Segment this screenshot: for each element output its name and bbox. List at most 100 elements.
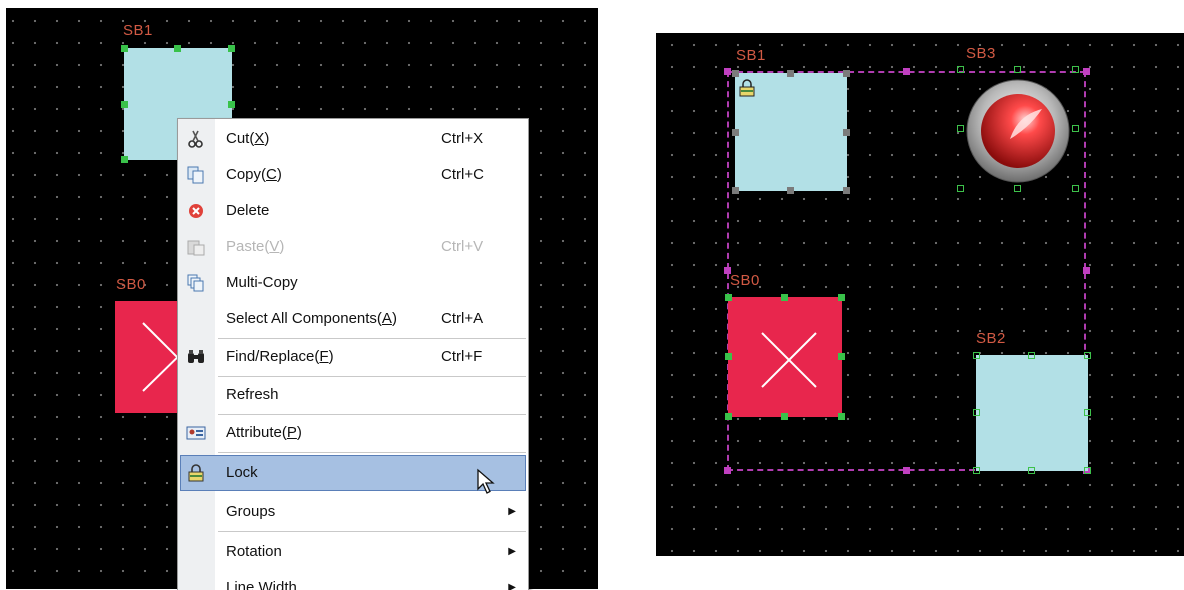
cross-icon — [142, 322, 185, 392]
group-handle[interactable] — [724, 467, 731, 474]
selection-handle[interactable] — [973, 409, 980, 416]
menu-item-copy[interactable]: Copy(C) Ctrl+C — [178, 157, 528, 193]
selection-handle[interactable] — [1072, 185, 1079, 192]
menu-item-shortcut: Ctrl+A — [441, 310, 484, 327]
menu-item-line-width[interactable]: Line Width ▶ — [178, 570, 528, 590]
lock-icon — [186, 463, 206, 483]
selection-handle[interactable] — [838, 294, 845, 301]
binoculars-icon — [186, 347, 206, 367]
menu-item-paste[interactable]: Paste(V) Ctrl+V — [178, 229, 528, 265]
selection-handle[interactable] — [121, 156, 128, 163]
group-handle[interactable] — [724, 68, 731, 75]
attribute-icon — [186, 423, 206, 443]
menu-item-label: Lock — [226, 464, 258, 481]
selection-handle[interactable] — [787, 70, 794, 77]
delete-icon — [186, 201, 206, 221]
submenu-arrow-icon: ▶ — [508, 546, 516, 557]
selection-handle[interactable] — [732, 187, 739, 194]
menu-item-label: Paste(V) — [226, 238, 285, 255]
selection-handle[interactable] — [838, 353, 845, 360]
label-sb0: SB0 — [730, 272, 760, 289]
menu-item-label: Refresh — [226, 386, 279, 403]
multi-copy-icon — [186, 273, 206, 293]
selection-handle[interactable] — [725, 413, 732, 420]
selection-handle[interactable] — [973, 467, 980, 474]
selection-handle[interactable] — [1084, 409, 1091, 416]
group-handle[interactable] — [1083, 267, 1090, 274]
group-handle[interactable] — [903, 68, 910, 75]
selection-handle[interactable] — [725, 294, 732, 301]
menu-item-shortcut: Ctrl+C — [441, 166, 484, 183]
menu-separator — [218, 531, 526, 532]
menu-separator — [218, 452, 526, 453]
label-sb2: SB2 — [976, 330, 1006, 347]
selection-handle[interactable] — [957, 185, 964, 192]
group-handle[interactable] — [1083, 68, 1090, 75]
menu-item-find-replace[interactable]: Find/Replace(F) Ctrl+F — [178, 339, 528, 375]
component-sb0[interactable] — [725, 294, 845, 420]
label-sb1: SB1 — [736, 47, 766, 64]
right-design-canvas[interactable]: SB1 SB3 SB0 SB2 — [656, 33, 1184, 556]
menu-item-groups[interactable]: Groups ▶ — [178, 494, 528, 530]
selection-handle[interactable] — [732, 129, 739, 136]
menu-item-label: Copy(C) — [226, 166, 282, 183]
selection-handle[interactable] — [843, 70, 850, 77]
cross-icon — [761, 332, 817, 388]
scissors-icon — [186, 129, 206, 149]
selection-handle[interactable] — [1072, 66, 1079, 73]
menu-item-label: Cut(X) — [226, 130, 270, 147]
selection-handle[interactable] — [957, 125, 964, 132]
selection-handle[interactable] — [1084, 467, 1091, 474]
selection-handle[interactable] — [787, 187, 794, 194]
selection-handle[interactable] — [1014, 185, 1021, 192]
selection-handle[interactable] — [1072, 125, 1079, 132]
component-sb3[interactable] — [957, 66, 1079, 192]
menu-item-shortcut: Ctrl+V — [441, 238, 484, 255]
selection-handle[interactable] — [1084, 352, 1091, 359]
lock-icon — [739, 79, 755, 97]
selection-handle[interactable] — [121, 45, 128, 52]
selection-handle[interactable] — [843, 187, 850, 194]
menu-item-attribute[interactable]: Attribute(P) — [178, 415, 528, 451]
selection-handle[interactable] — [732, 70, 739, 77]
selection-handle[interactable] — [1028, 467, 1035, 474]
context-menu: Cut(X) Ctrl+X Copy(C) Ctrl+C Delete Past… — [177, 118, 529, 590]
group-handle[interactable] — [903, 467, 910, 474]
menu-item-shortcut: Ctrl+X — [441, 130, 484, 147]
menu-item-cut[interactable]: Cut(X) Ctrl+X — [178, 121, 528, 157]
selection-handle[interactable] — [838, 413, 845, 420]
selection-handle[interactable] — [781, 294, 788, 301]
component-sb2[interactable] — [973, 352, 1091, 474]
menu-item-shortcut: Ctrl+F — [441, 348, 483, 365]
selection-handle[interactable] — [1014, 66, 1021, 73]
menu-item-delete[interactable]: Delete — [178, 193, 528, 229]
selection-handle[interactable] — [725, 353, 732, 360]
menu-item-select-all[interactable]: Select All Components(A) Ctrl+A — [178, 301, 528, 337]
menu-item-label: Rotation — [226, 543, 282, 560]
menu-item-label: Find/Replace(F) — [226, 348, 334, 365]
copy-icon — [186, 165, 206, 185]
selection-handle[interactable] — [973, 352, 980, 359]
selection-handle[interactable] — [121, 101, 128, 108]
selection-handle[interactable] — [228, 45, 235, 52]
selection-handle[interactable] — [843, 129, 850, 136]
menu-item-lock[interactable]: Lock — [180, 455, 526, 491]
menu-item-multi-copy[interactable]: Multi-Copy — [178, 265, 528, 301]
menu-item-label: Line Width — [226, 579, 297, 590]
label-sb3: SB3 — [966, 45, 996, 62]
selection-handle[interactable] — [228, 101, 235, 108]
selection-handle[interactable] — [174, 45, 181, 52]
menu-item-rotation[interactable]: Rotation ▶ — [178, 534, 528, 570]
menu-item-refresh[interactable]: Refresh — [178, 377, 528, 413]
menu-item-label: Delete — [226, 202, 270, 219]
selection-handle[interactable] — [957, 66, 964, 73]
mouse-cursor-icon — [477, 468, 495, 494]
selection-handle[interactable] — [781, 413, 788, 420]
menu-item-label: Attribute(P) — [226, 424, 302, 441]
menu-item-label: Select All Components(A) — [226, 310, 397, 327]
submenu-arrow-icon: ▶ — [508, 582, 516, 590]
paste-icon — [186, 237, 206, 257]
selection-handle[interactable] — [1028, 352, 1035, 359]
pilot-lamp-icon — [966, 79, 1070, 183]
component-sb0[interactable] — [115, 301, 185, 413]
